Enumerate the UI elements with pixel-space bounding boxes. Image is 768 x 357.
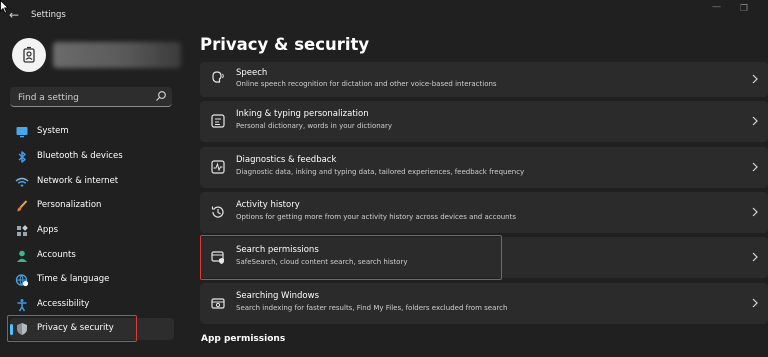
card-title: Activity history <box>236 200 300 210</box>
maximize-button[interactable]: ❐ <box>740 4 748 14</box>
settings-card-search-permissions[interactable]: Search permissions SafeSearch, cloud con… <box>200 237 768 278</box>
sidebar-item-label: Accounts <box>37 250 76 260</box>
card-title: Search permissions <box>236 245 319 255</box>
chevron-right-icon <box>752 162 758 172</box>
sidebar-item-label: Accessibility <box>37 299 90 309</box>
search-permissions-icon <box>211 251 224 264</box>
bluetooth-icon <box>15 150 29 164</box>
card-subtitle: Search indexing for faster results, Find… <box>236 304 508 312</box>
minimize-button[interactable]: — <box>712 2 721 12</box>
searching-windows-icon <box>211 298 225 309</box>
brush-icon <box>15 199 29 213</box>
chevron-right-icon <box>752 207 758 217</box>
settings-card-activity-history[interactable]: Activity history Options for getting mor… <box>200 192 768 233</box>
sidebar-item-label: Privacy & security <box>37 323 114 333</box>
sidebar-item-privacy-security[interactable]: Privacy & security <box>10 318 174 340</box>
settings-card-speech[interactable]: Speech Online speech recognition for dic… <box>200 62 768 97</box>
inking-icon <box>211 114 225 128</box>
card-title: Inking & typing personalization <box>236 109 369 119</box>
mouse-cursor-icon <box>0 0 9 14</box>
chevron-right-icon <box>752 74 758 84</box>
search-input[interactable] <box>16 90 156 106</box>
sidebar-item-system[interactable]: System <box>10 121 174 143</box>
settings-card-searching-windows[interactable]: Searching Windows Search indexing for fa… <box>200 283 768 324</box>
sidebar-item-time-language[interactable]: Time & language <box>10 269 174 291</box>
sidebar-item-label: Personalization <box>37 200 102 210</box>
shield-icon <box>15 322 29 336</box>
chevron-right-icon <box>752 252 758 262</box>
speech-icon <box>212 71 224 83</box>
monitor-icon <box>15 125 29 139</box>
accessibility-icon <box>15 298 29 312</box>
sidebar-item-label: System <box>37 126 69 136</box>
card-subtitle: Personal dictionary, words in your dicti… <box>236 122 392 130</box>
sidebar-item-accessibility[interactable]: Accessibility <box>10 294 174 316</box>
sidebar-item-label: Time & language <box>37 274 110 284</box>
chevron-right-icon <box>752 116 758 126</box>
chevron-right-icon <box>752 298 758 308</box>
sidebar-item-label: Apps <box>37 225 59 235</box>
section-heading-app-permissions: App permissions <box>201 334 286 344</box>
page-title: Privacy & security <box>200 35 370 54</box>
sidebar-item-accounts[interactable]: Accounts <box>10 245 174 267</box>
user-name-redacted <box>53 42 181 68</box>
diagnostics-icon <box>211 160 225 174</box>
card-subtitle: SafeSearch, cloud content search, search… <box>236 258 408 266</box>
sidebar-item-network[interactable]: Network & internet <box>10 171 174 193</box>
history-icon <box>211 206 224 218</box>
user-badge-icon <box>23 46 35 63</box>
card-title: Speech <box>236 68 268 78</box>
sidebar-item-bluetooth[interactable]: Bluetooth & devices <box>10 146 174 168</box>
card-title: Searching Windows <box>236 291 319 301</box>
card-subtitle: Online speech recognition for dictation … <box>236 80 497 88</box>
wifi-icon <box>15 175 29 189</box>
sidebar-item-label: Bluetooth & devices <box>37 151 123 161</box>
back-button[interactable]: ← <box>9 8 19 22</box>
find-setting-search[interactable] <box>10 87 172 107</box>
app-title: Settings <box>31 10 66 20</box>
settings-card-inking-typing[interactable]: Inking & typing personalization Personal… <box>200 101 768 142</box>
card-subtitle: Diagnostic data, inking and typing data,… <box>236 168 525 176</box>
card-title: Diagnostics & feedback <box>236 155 337 165</box>
sidebar-item-label: Network & internet <box>37 176 119 186</box>
avatar[interactable] <box>12 38 46 72</box>
card-subtitle: Options for getting more from your activ… <box>236 213 516 221</box>
title-bar: ← Settings — ❐ <box>0 0 768 30</box>
sidebar-item-apps[interactable]: Apps <box>10 220 174 242</box>
person-icon <box>15 249 29 263</box>
apps-icon <box>15 224 29 238</box>
settings-card-diagnostics[interactable]: Diagnostics & feedback Diagnostic data, … <box>200 147 768 188</box>
globe-clock-icon <box>15 273 29 287</box>
search-icon[interactable] <box>155 90 167 102</box>
sidebar-item-personalization[interactable]: Personalization <box>10 195 174 217</box>
